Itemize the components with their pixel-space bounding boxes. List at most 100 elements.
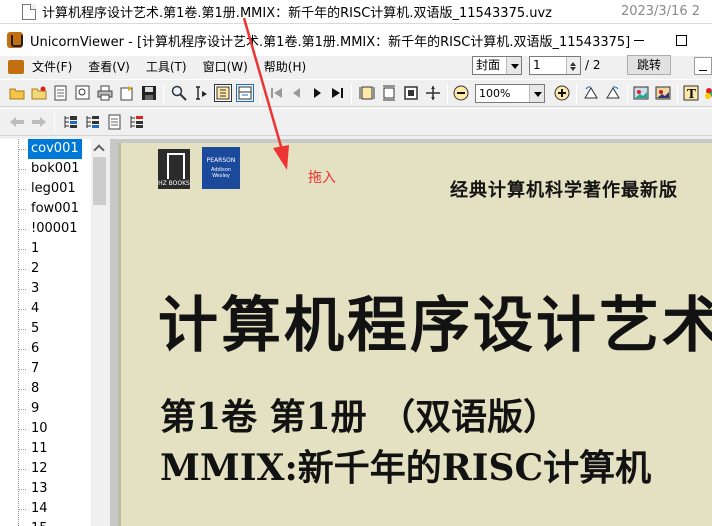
- fit-width-icon[interactable]: [358, 84, 376, 102]
- tree-item[interactable]: 4: [28, 299, 42, 319]
- pearson-logo: PEARSON Addison Wesley: [202, 147, 240, 189]
- tree-scroll-thumb[interactable]: [93, 157, 106, 205]
- image-gallery-icon[interactable]: [654, 84, 672, 102]
- previous-page-icon: [288, 84, 306, 102]
- jump-button[interactable]: 跳转: [627, 55, 671, 75]
- chevron-down-icon[interactable]: [529, 85, 544, 102]
- chevron-down-icon[interactable]: [506, 57, 521, 74]
- tree-item[interactable]: leg001: [28, 179, 79, 199]
- tree-item[interactable]: !00001: [28, 219, 81, 239]
- zoom-select[interactable]: 100%: [475, 84, 545, 103]
- tree-connector: [18, 509, 26, 510]
- document-view[interactable]: HZ BOOKS PEARSON Addison Wesley 拖入 经典计算机…: [110, 139, 712, 526]
- tree-item[interactable]: 13: [28, 479, 51, 499]
- tree-line: [18, 139, 19, 526]
- tree-scrollbar[interactable]: [91, 139, 108, 526]
- tree-item[interactable]: 14: [28, 499, 51, 519]
- open-recent-icon[interactable]: [30, 84, 48, 102]
- tree-item[interactable]: 8: [28, 379, 42, 399]
- page-number-input[interactable]: 1: [529, 56, 581, 75]
- fit-height-icon[interactable]: [380, 84, 398, 102]
- bookmark-tree-icon[interactable]: [128, 113, 146, 131]
- zoom-out-icon[interactable]: [452, 84, 470, 102]
- menu-file[interactable]: 文件(F): [24, 56, 80, 78]
- text-select-icon[interactable]: [192, 84, 210, 102]
- menu-view[interactable]: 查看(V): [80, 56, 138, 78]
- rotate-right-icon[interactable]: [604, 84, 622, 102]
- last-page-icon[interactable]: [328, 84, 346, 102]
- rotate-left-icon[interactable]: [582, 84, 600, 102]
- document-menu-icon[interactable]: [8, 60, 24, 74]
- tree-connector: [18, 289, 26, 290]
- minimize-button[interactable]: [616, 24, 662, 56]
- maximize-button[interactable]: [658, 24, 704, 56]
- back-icon: [8, 113, 26, 131]
- tree-item[interactable]: 7: [28, 359, 42, 379]
- page-spinner[interactable]: [566, 57, 580, 74]
- file-icon: [22, 3, 36, 20]
- main-toolbar: 100% T: [0, 79, 712, 107]
- forward-icon: [30, 113, 48, 131]
- chevron-up-icon[interactable]: [91, 139, 108, 156]
- tree-connector: [18, 369, 26, 370]
- cover-page: HZ BOOKS PEARSON Addison Wesley 拖入 经典计算机…: [118, 143, 712, 526]
- file-strip: 计算机程序设计艺术.第1卷.第1册.MMIX：新千年的RISC计算机.双语版_1…: [0, 0, 712, 24]
- menu-help[interactable]: 帮助(H): [256, 56, 314, 78]
- tree-connector: [18, 189, 26, 190]
- file-date: 2023/3/16 2: [620, 4, 700, 19]
- page-type-value: 封面: [476, 58, 501, 72]
- tree-item[interactable]: 9: [28, 399, 42, 419]
- tree-connector: [18, 389, 26, 390]
- tree-item[interactable]: 5: [28, 319, 42, 339]
- menu-tools[interactable]: 工具(T): [138, 56, 195, 78]
- tree-collapse-icon[interactable]: [84, 113, 102, 131]
- tree-connector: [18, 209, 26, 210]
- tree-connector: [18, 229, 26, 230]
- page-total: / 2: [585, 58, 601, 72]
- tree-item[interactable]: 3: [28, 279, 42, 299]
- outline-panel-icon[interactable]: [214, 84, 232, 102]
- tree-item[interactable]: fow001: [28, 199, 82, 219]
- tree-connector: [18, 249, 26, 250]
- document-icon[interactable]: [52, 84, 70, 102]
- title-bar: UnicornViewer - [计算机程序设计艺术.第1卷.第1册.MMIX：…: [0, 24, 712, 56]
- tree-item[interactable]: 2: [28, 259, 42, 279]
- file-name[interactable]: 计算机程序设计艺术.第1卷.第1册.MMIX：新千年的RISC计算机.双语版_1…: [42, 2, 552, 21]
- page-type-select[interactable]: 封面: [472, 56, 522, 75]
- save-icon[interactable]: [140, 84, 158, 102]
- image-export-icon[interactable]: [632, 84, 650, 102]
- tree-connector: [18, 269, 26, 270]
- page-list-icon[interactable]: [106, 113, 124, 131]
- tree-item[interactable]: 1: [28, 239, 42, 259]
- tree-item[interactable]: 12: [28, 459, 51, 479]
- secondary-toolbar: [0, 108, 712, 136]
- tree-expand-icon[interactable]: [62, 113, 80, 131]
- properties-icon[interactable]: [74, 84, 92, 102]
- color-icon[interactable]: [703, 84, 712, 102]
- zoom-in-icon[interactable]: [553, 84, 571, 102]
- tree-connector: [18, 349, 26, 350]
- pan-icon[interactable]: [424, 84, 442, 102]
- mdi-minimize-button[interactable]: [694, 57, 712, 75]
- thumbnail-panel-icon[interactable]: [236, 84, 254, 102]
- tree-item[interactable]: 10: [28, 419, 51, 439]
- window-title: UnicornViewer - [计算机程序设计艺术.第1卷.第1册.MMIX：…: [30, 34, 631, 50]
- tree-connector: [18, 169, 26, 170]
- tree-connector: [18, 329, 26, 330]
- tree-item[interactable]: 15: [28, 519, 51, 526]
- tree-item[interactable]: bok001: [28, 159, 83, 179]
- export-page-icon[interactable]: [118, 84, 136, 102]
- tree-item[interactable]: 11: [28, 439, 51, 459]
- search-icon[interactable]: [170, 84, 188, 102]
- next-page-icon[interactable]: [308, 84, 326, 102]
- tree-connector: [18, 489, 26, 490]
- book-subtitle: MMIX:新千年的RISC计算机: [160, 447, 652, 489]
- tree-item[interactable]: cov001: [28, 139, 82, 159]
- tree-item[interactable]: 6: [28, 339, 42, 359]
- fit-page-icon[interactable]: [402, 84, 420, 102]
- print-icon[interactable]: [96, 84, 114, 102]
- text-mode-icon[interactable]: T: [682, 84, 700, 102]
- menu-window[interactable]: 窗口(W): [195, 56, 256, 78]
- zoom-value: 100%: [479, 87, 511, 100]
- open-folder-icon[interactable]: [8, 84, 26, 102]
